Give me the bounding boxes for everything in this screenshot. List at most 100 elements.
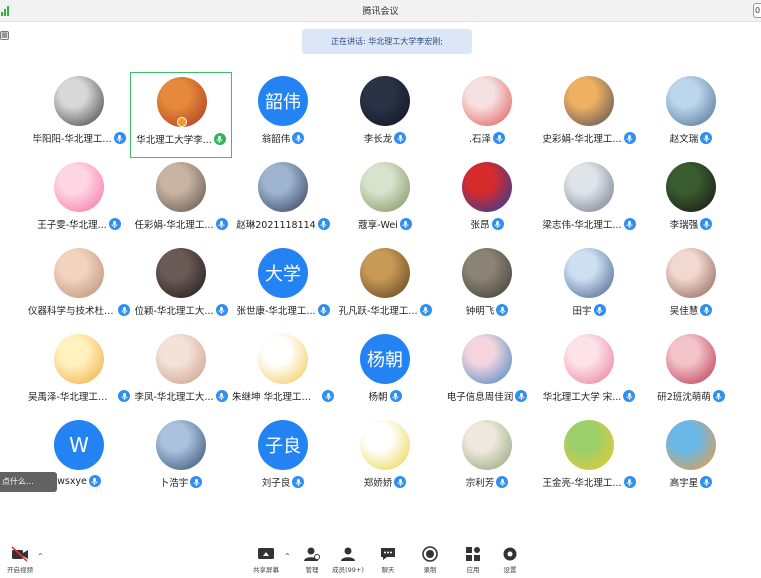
participant-name-row: 杨朝 [334,389,436,403]
participant-avatar [360,76,410,126]
participant-name: 朱继坤 华北理工大学 [232,392,320,403]
participant-name: 李瑞强 [669,220,699,231]
chevron-up-icon[interactable]: ⌃ [284,552,291,561]
participant-tile[interactable]: 朱继坤 华北理工大学 [232,330,334,416]
participant-tile[interactable]: 孔凡跃-华北理工... [334,244,436,330]
participant-avatar [156,248,206,298]
participant-avatar [564,334,614,384]
title-bar: 腾讯会议 0 [0,0,761,22]
participant-tile[interactable]: 高宇星 [640,416,742,502]
microphone-icon [213,133,226,145]
participant-tile[interactable]: 毕阳阳-华北理工... [28,72,130,158]
participant-tile[interactable]: 史彩娟-华北理工... [538,72,640,158]
record-button[interactable]: 录制 [410,542,450,576]
microphone-icon [700,304,713,316]
participant-name: 孔凡跃-华北理工... [338,306,418,317]
participant-name: 宗利芳 [465,478,495,489]
microphone-icon [292,132,305,144]
chevron-up-icon[interactable]: ⌃ [37,552,44,561]
participant-tile[interactable]: 赵琳2021118114 [232,158,334,244]
participant-tile[interactable]: 宗利芳 [436,416,538,502]
participant-avatar [156,420,206,470]
microphone-icon [118,304,130,316]
participant-avatar [666,76,716,126]
participant-avatar [360,162,410,212]
participant-avatar [156,334,206,384]
participant-tile[interactable]: 王金亮-华北理工... [538,416,640,502]
apps-button[interactable]: 应用 [453,542,493,576]
participant-name-row: 李瑞强 [640,217,742,231]
grid-layout-icon[interactable]: ▦ [0,31,9,40]
participant-tile[interactable]: 钟明飞 [436,244,538,330]
participant-name-row: .石泽 [436,131,538,145]
participant-name-row: 华北理工大学李... [131,132,231,146]
microphone-icon [700,218,713,230]
participant-avatar [462,162,512,212]
participant-name-row: 位颖-华北理工大... [130,303,232,317]
share-screen-button[interactable]: 共享屏幕 [246,542,286,576]
participant-name-row: 仪器科学与技术杜俊... [28,303,130,317]
participant-tile[interactable]: 李凤-华北理工大... [130,330,232,416]
chat-icon [381,548,395,560]
participant-tile[interactable]: 李瑞强 [640,158,742,244]
participant-avatar [666,162,716,212]
participant-name-row: 郑娇娇 [334,475,436,489]
microphone-icon [108,218,121,230]
participant-tile[interactable]: 华北理工大学李... [130,72,232,158]
participant-tile[interactable]: 研2班沈萌萌 [640,330,742,416]
participant-tile[interactable]: 吴禹泽-华北理工大学 [28,330,130,416]
participant-name: 史彩娟-华北理工... [542,134,622,145]
participant-avatar [54,248,104,298]
participant-name-row: 朱继坤 华北理工大学 [232,389,334,403]
participant-name: 仪器科学与技术杜俊... [28,306,116,317]
participant-name: 李长龙 [363,134,393,145]
manage-button[interactable]: 管理 [292,542,332,576]
participant-avatar [360,248,410,298]
participant-tile[interactable]: 仪器科学与技术杜俊... [28,244,130,330]
participant-tile[interactable]: 电子信息周佳润 [436,330,538,416]
settings-button[interactable]: 设置 [490,542,530,576]
participant-tile[interactable]: 李长龙 [334,72,436,158]
participant-tile[interactable]: 郑娇娇 [334,416,436,502]
participant-avatar [258,162,308,212]
participant-tile[interactable]: 杨朝 杨朝 [334,330,436,416]
participant-tile[interactable]: 华北理工大学 宋... [538,330,640,416]
floating-hint[interactable]: 点什么... [0,472,57,492]
meeting-timer[interactable]: 0 [753,3,761,18]
gear-icon [503,547,517,561]
microphone-icon [389,390,402,402]
participant-name-row: 毕阳阳-华北理工... [28,131,130,145]
participant-name-row: 任彩娟-华北理工... [130,217,232,231]
participant-tile[interactable]: 任彩娟-华北理工... [130,158,232,244]
microphone-icon [394,132,407,144]
participant-name-row: 李凤-华北理工大... [130,389,232,403]
participant-name-row: 蔻享-Wei [334,217,436,231]
participant-name-row: 李长龙 [334,131,436,145]
participant-tile[interactable]: 梁志伟-华北理工... [538,158,640,244]
participant-tile[interactable]: 大学 张世康-华北理工... [232,244,334,330]
participant-tile[interactable]: 王子雯-华北理... [28,158,130,244]
participant-name: 赵文瑞 [669,134,699,145]
participant-avatar [666,248,716,298]
participant-tile[interactable]: 卜浩宇 [130,416,232,502]
participant-name-row: 梁志伟-华北理工... [538,217,640,231]
participant-tile[interactable]: 赵文瑞 [640,72,742,158]
participant-tile[interactable]: 位颖-华北理工大... [130,244,232,330]
chat-button[interactable]: 聊天 [368,542,408,576]
participant-name-row: 吴禹泽-华北理工大学 [28,389,130,403]
participant-name-row: 翁韶伟 [232,131,334,145]
participant-avatar: W [54,420,104,470]
participant-tile[interactable]: .石泽 [436,72,538,158]
participants-icon [341,547,355,561]
participant-tile[interactable]: 蔻享-Wei [334,158,436,244]
participant-tile[interactable]: 田宇 [538,244,640,330]
participant-tile[interactable]: 子良 刘子良 [232,416,334,502]
microphone-icon [317,218,330,230]
participant-tile[interactable]: 吴佳慧 [640,244,742,330]
start-video-button[interactable]: 开启视频 [0,542,40,576]
participant-name-row: 钟明飞 [436,303,538,317]
participant-tile[interactable]: 韶伟 翁韶伟 [232,72,334,158]
participant-tile[interactable]: 张昂 [436,158,538,244]
participants-button[interactable]: 成员(99+) [328,542,368,576]
participant-avatar [360,420,410,470]
